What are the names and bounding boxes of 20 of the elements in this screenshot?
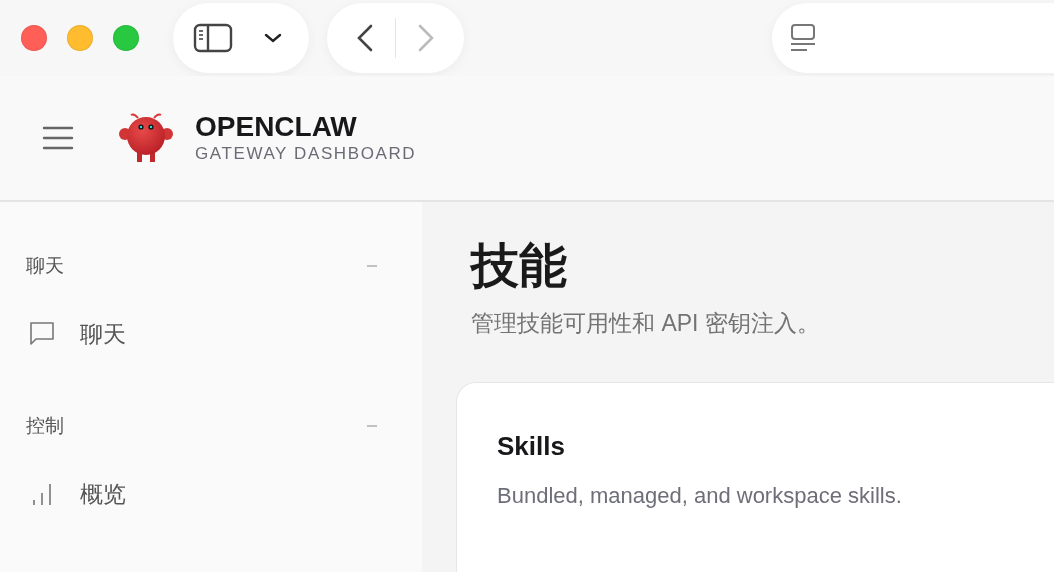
creature-logo-icon [118, 112, 174, 164]
card-title: Skills [497, 430, 566, 463]
sidebar-icon[interactable] [193, 23, 233, 53]
app-subtitle: GATEWAY DASHBOARD [195, 143, 417, 165]
chevron-down-icon[interactable] [263, 32, 283, 44]
sidebar-item[interactable]: 聊天 [26, 312, 378, 356]
minimize-window-button[interactable] [67, 25, 93, 51]
maximize-window-button[interactable] [113, 25, 139, 51]
page-title: 技能 [471, 238, 568, 294]
sidebar-group-label: 控制 [26, 414, 64, 438]
page-subtitle: 管理技能可用性和 API 密钥注入。 [471, 309, 821, 338]
close-window-button[interactable] [21, 25, 47, 51]
back-icon[interactable] [355, 23, 375, 53]
speech-bubble-icon [28, 320, 56, 348]
app-title: OPENCLAW [195, 111, 358, 143]
menu-icon[interactable] [42, 126, 74, 150]
reader-icon[interactable] [790, 23, 816, 53]
card-description: Bundled, managed, and workspace skills. [497, 482, 903, 510]
sidebar-group-label: 聊天 [26, 254, 64, 278]
sidebar-item[interactable]: 概览 [26, 472, 378, 516]
